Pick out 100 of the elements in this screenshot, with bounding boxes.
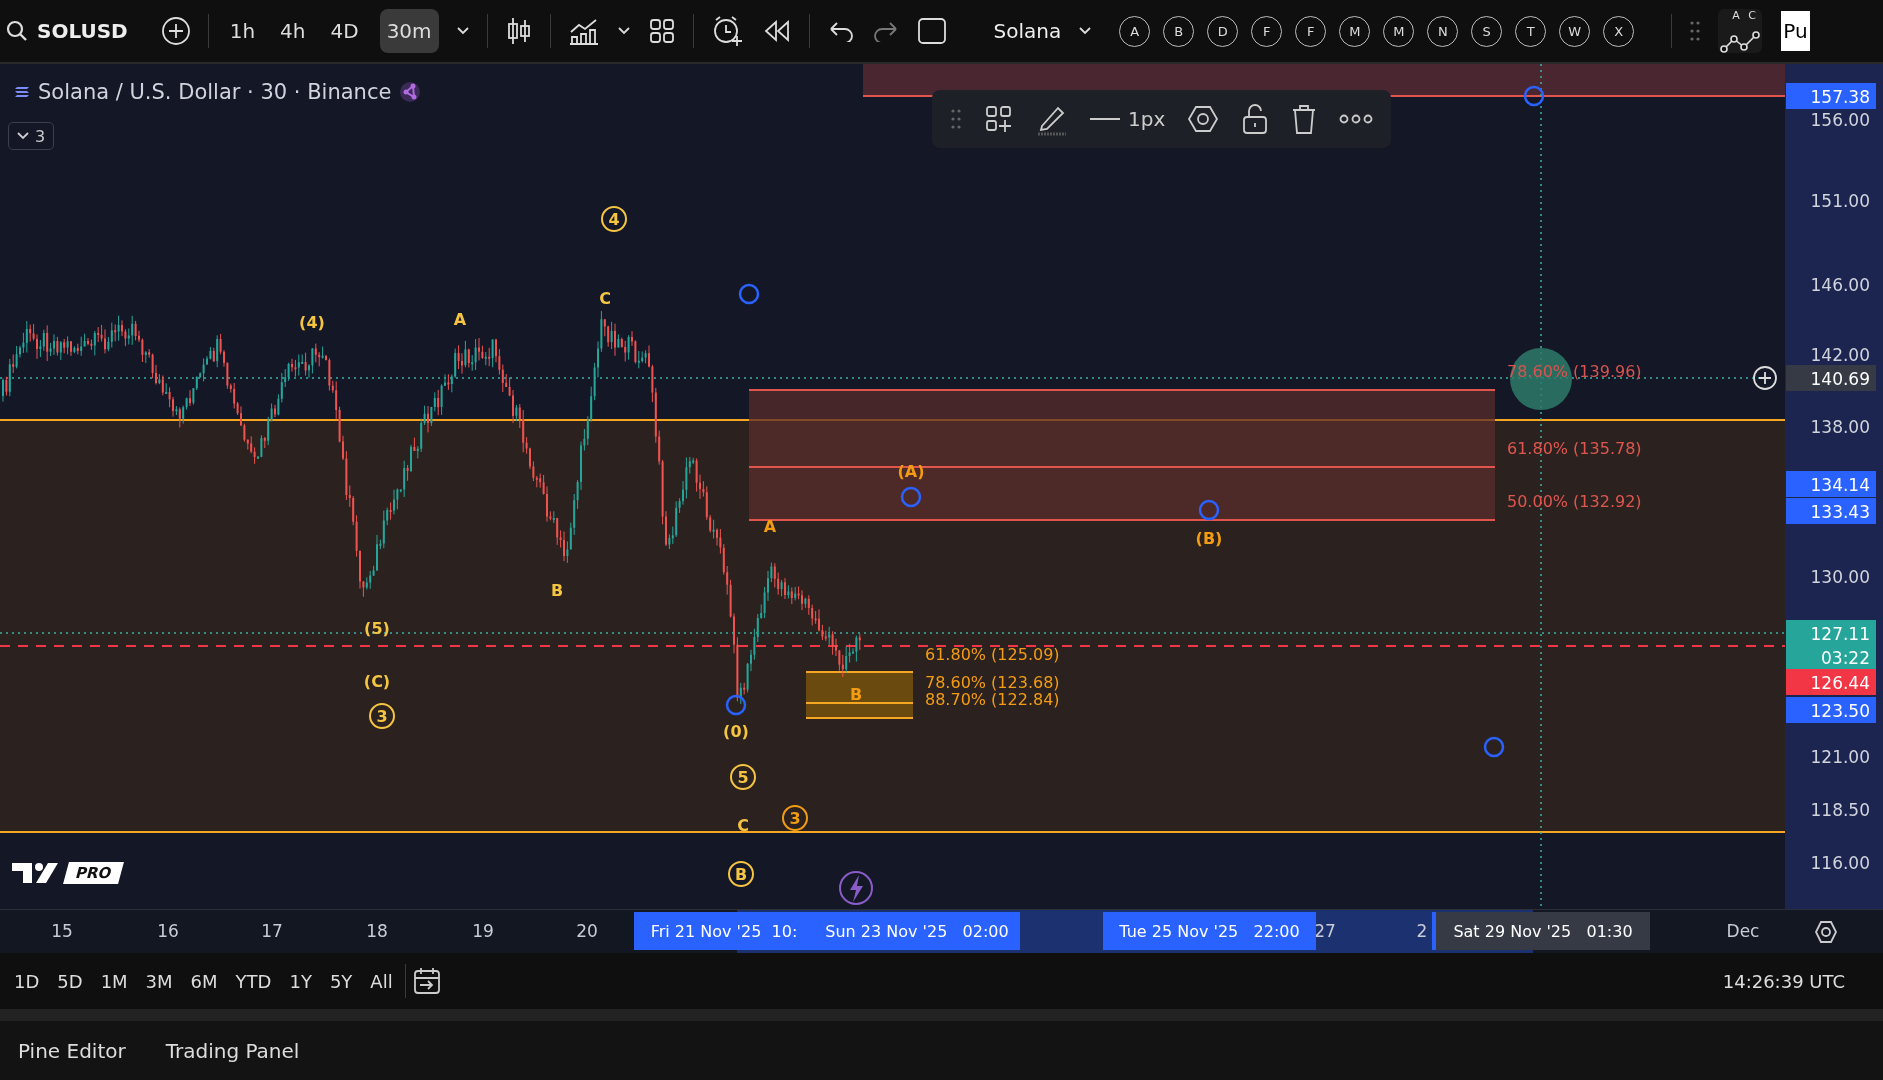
symbol-search[interactable]: SOLUSD [37,19,128,43]
anchor-point[interactable] [738,283,760,305]
range-button[interactable]: 3M [139,966,179,996]
wave-label[interactable]: B [849,685,863,704]
range-button[interactable]: All [364,966,399,996]
drag-handle-icon[interactable] [950,108,962,130]
range-button[interactable]: 5Y [323,966,359,996]
anchor-point[interactable] [900,486,922,508]
add-price-icon[interactable] [1753,366,1777,390]
wave-label[interactable]: A [763,517,777,536]
wave-label[interactable]: C [599,289,611,308]
anchor-point[interactable] [1198,499,1220,521]
search-icon[interactable] [6,20,28,42]
trash-icon[interactable] [1291,103,1318,135]
wave-label[interactable]: B [550,581,564,600]
wave-label[interactable]: C [737,816,749,835]
price-tick-label: 142.00 [1810,345,1870,365]
fibonacci-level-label: 88.70% (122.84) [925,690,1060,709]
panel-tab[interactable]: Trading Panel [153,1032,312,1069]
price-tick-label: 118.50 [1810,800,1870,820]
wave-label[interactable]: 3 [782,805,808,831]
time-badge: Tue 25 Nov '25 22:00 [1103,912,1316,950]
price-tick-label: 121.00 [1810,747,1870,767]
symbol-title: Solana / U.S. Dollar · 30 · Binance [38,80,392,104]
fibonacci-level-label: 61.80% (135.78) [1507,439,1642,458]
wave-label[interactable]: (B) [1195,529,1223,548]
time-badge: Fri 21 Nov '25 10: [634,912,814,950]
watchlist-selector[interactable]: Solana [993,19,1062,43]
time-tick-label: 2 [1416,921,1428,941]
wave-label[interactable]: B [728,861,754,887]
redo-icon[interactable] [871,20,900,42]
price-badge-label: 157.38 [1810,87,1870,107]
fullscreen-square-icon[interactable] [916,17,947,45]
calendar-goto-icon[interactable] [411,966,442,996]
clock-label: 14:26:39 UTC [1722,970,1846,992]
wave-label[interactable]: A [453,310,467,329]
fibonacci-level-label: 78.60% (123.68) [925,673,1060,692]
wave-label[interactable]: 5 [730,764,756,790]
fibonacci-level-label: 61.80% (125.09) [925,645,1060,664]
time-tick-label: Dec [1726,921,1760,941]
price-tick-label: 156.00 [1810,110,1870,130]
anchor-point[interactable] [725,694,747,716]
price-tick-label: 138.00 [1810,417,1870,437]
side-panel-tab[interactable]: Pu [1781,11,1810,51]
price-badge-label: 127.11 [1810,624,1870,644]
unlock-icon[interactable] [1241,103,1270,135]
price-tick-label: 116.00 [1810,853,1870,873]
panel-tab[interactable]: Pine Editor [6,1032,138,1069]
price-tick-label: 151.00 [1810,191,1870,211]
chevron-down-icon [17,132,29,140]
price-tick-label: 130.00 [1810,567,1870,587]
interval-tab[interactable]: 30m [379,9,439,53]
wave-label[interactable]: 4 [601,206,627,232]
range-button[interactable]: 1M [94,966,134,996]
wave-label[interactable]: (0) [723,722,749,741]
wave-label[interactable]: (A) [897,462,925,481]
time-tick-label: 18 [366,921,388,941]
line-width-button[interactable]: 1px [1090,107,1166,131]
countdown-label: 03:22 [1821,648,1870,668]
caret-down-icon[interactable] [616,26,631,36]
wave-label[interactable]: 3 [369,703,395,729]
price-badge-label: 134.14 [1810,475,1870,495]
wave-label[interactable]: (C) [363,672,391,691]
interval-tab[interactable]: 4h [276,9,310,53]
plan-badge: PRO [63,862,125,884]
indicators-icon[interactable] [567,16,600,46]
range-button[interactable]: YTD [229,966,278,996]
drag-handle-icon[interactable] [1689,19,1702,43]
interval-tab[interactable]: 4D [326,9,363,53]
time-tick-label: 19 [472,921,494,941]
time-badge: Sat 29 Nov '25 01:30 [1432,912,1650,950]
price-badge-label: 133.43 [1810,502,1870,522]
lightning-icon[interactable] [839,871,873,905]
range-button[interactable]: 6M [184,966,224,996]
range-button[interactable]: 1Y [283,966,318,996]
coin-icon [14,85,30,99]
range-button[interactable]: 1D [8,966,46,996]
add-template-icon[interactable] [984,104,1014,134]
layout-grid-icon[interactable] [647,17,676,45]
price-badge-label: 140.69 [1810,369,1870,389]
caret-down-icon[interactable] [1078,26,1093,36]
time-badge: Sun 23 Nov '25 02:00 [814,912,1020,950]
time-tick-label: 15 [51,921,73,941]
settings-icon[interactable] [1187,103,1220,135]
time-tick-label: 17 [261,921,283,941]
indicators-collapse-button[interactable]: 3 [8,122,55,150]
anchor-point[interactable] [1483,736,1505,758]
wave-label[interactable]: (4) [299,313,325,332]
time-tick-label: 20 [576,921,598,941]
add-symbol-icon[interactable] [160,16,191,46]
wave-label[interactable]: (5) [364,619,390,638]
wave-tool-button[interactable]: A C [1718,9,1763,53]
range-button[interactable]: 5D [51,966,89,996]
settings-icon[interactable] [1814,920,1838,944]
caret-down-icon[interactable] [455,26,470,36]
line-icon [1090,117,1120,121]
more-icon[interactable] [1339,114,1374,124]
interval-tab[interactable]: 1h [225,9,260,53]
anchor-point[interactable] [1523,85,1545,107]
share-nodes-icon[interactable] [399,81,422,103]
